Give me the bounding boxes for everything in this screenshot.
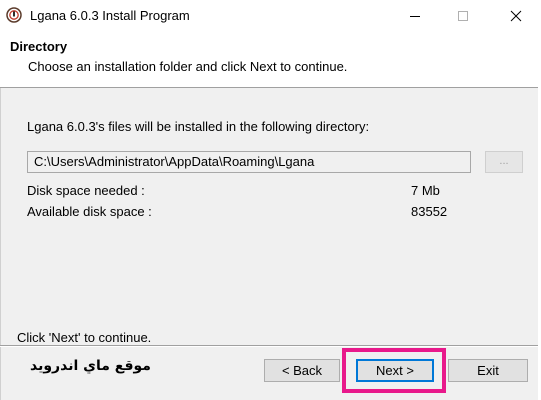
footer-divider bbox=[0, 345, 541, 347]
status-text: Click 'Next' to continue. bbox=[17, 330, 152, 345]
close-icon bbox=[510, 10, 522, 21]
close-button[interactable] bbox=[493, 0, 539, 31]
browse-button[interactable]: ... bbox=[485, 151, 523, 173]
disk-needed-label: Disk space needed : bbox=[27, 183, 145, 198]
disk-available-value: 83552 bbox=[411, 204, 448, 219]
next-highlight-box bbox=[342, 348, 446, 393]
installer-app-icon bbox=[6, 7, 22, 23]
watermark-text: موقع ماي اندرويد bbox=[30, 358, 151, 374]
installer-window: Lgana 6.0.3 Install Program Directory Ch… bbox=[0, 0, 541, 400]
exit-button[interactable]: Exit bbox=[448, 359, 528, 382]
page-title: Directory bbox=[10, 39, 68, 54]
window-title: Lgana 6.0.3 Install Program bbox=[30, 8, 190, 23]
disk-needed-value: 7 Mb bbox=[411, 183, 440, 198]
maximize-icon bbox=[458, 10, 468, 21]
header-panel: Directory Choose an installation folder … bbox=[0, 31, 541, 88]
minimize-icon bbox=[410, 15, 420, 17]
title-bar[interactable]: Lgana 6.0.3 Install Program bbox=[0, 0, 541, 31]
page-subtitle: Choose an installation folder and click … bbox=[28, 59, 348, 74]
disk-available-label: Available disk space : bbox=[27, 204, 152, 219]
back-button[interactable]: < Back bbox=[264, 359, 340, 382]
install-path-field[interactable]: C:\Users\Administrator\AppData\Roaming\L… bbox=[27, 151, 471, 173]
minimize-button[interactable] bbox=[392, 0, 438, 31]
maximize-button[interactable] bbox=[440, 0, 486, 31]
directory-label: Lgana 6.0.3's files will be installed in… bbox=[27, 119, 370, 134]
